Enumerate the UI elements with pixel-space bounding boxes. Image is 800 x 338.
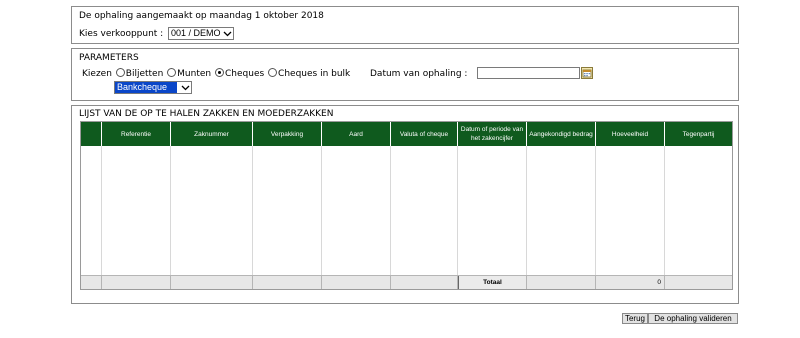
col-header-select <box>81 122 102 146</box>
col-header-verpakking: Verpakking <box>253 122 322 146</box>
cheque-type-select[interactable]: Bankcheque <box>114 81 192 94</box>
total-value: 0 <box>596 276 665 289</box>
chevron-down-icon <box>223 31 232 37</box>
col-header-datum: Datum of periode van het zakencijfer <box>458 122 527 146</box>
total-label: Totaal <box>458 276 527 289</box>
radio-cheques-in-bulk[interactable] <box>268 68 278 77</box>
created-text: De ophaling aangemaakt op maandag 1 okto… <box>79 11 324 21</box>
col-header-hoeveelheid: Hoeveelheid <box>596 122 665 146</box>
radio-label-cheques: Cheques <box>225 69 265 79</box>
validate-button[interactable]: De ophaling valideren <box>648 313 738 324</box>
col-header-referentie: Referentie <box>102 122 171 146</box>
header-panel: De ophaling aangemaakt op maandag 1 okto… <box>71 6 739 44</box>
cheque-type-value: Bankcheque <box>115 82 177 93</box>
col-header-tegenpartij: Tegenpartij <box>682 130 715 138</box>
col-header-zaknummer: Zaknummer <box>171 122 253 146</box>
parameters-title: PARAMETERS <box>79 53 139 63</box>
bags-list-panel: LIJST VAN DE OP TE HALEN ZAKKEN EN MOEDE… <box>71 105 739 304</box>
radio-cheques[interactable] <box>215 68 224 77</box>
sales-point-label: Kies verkooppunt : <box>79 29 164 39</box>
radio-label-munten: Munten <box>177 69 212 79</box>
category-radio-group: Kiezen Biljetten Munten Cheques Cheques … <box>82 68 351 80</box>
sales-point-value: 001 / DEMO <box>171 28 221 38</box>
radio-label-biljetten: Biljetten <box>125 69 164 79</box>
sales-point-select[interactable]: 001 / DEMO <box>168 27 234 40</box>
col-header-bedrag: Aangekondigd bedrag <box>527 122 596 146</box>
calendar-icon[interactable] <box>581 67 593 79</box>
list-title: LIJST VAN DE OP TE HALEN ZAKKEN EN MOEDE… <box>79 109 334 119</box>
chevron-down-icon <box>181 85 190 91</box>
radio-biljetten[interactable] <box>115 68 125 77</box>
table-footer: Totaal 0 <box>81 275 732 289</box>
table-header: Referentie Zaknummer Verpakking Aard Val… <box>81 122 732 146</box>
radio-label-cheques-in-bulk: Cheques in bulk <box>278 69 351 79</box>
date-label: Datum van ophaling : <box>370 69 468 79</box>
back-button[interactable]: Terug <box>622 313 648 324</box>
col-header-valuta: Valuta of cheque <box>391 122 458 146</box>
parameters-panel: PARAMETERS Kiezen Biljetten Munten Chequ… <box>71 48 739 101</box>
bags-table: Referentie Zaknummer Verpakking Aard Val… <box>80 121 733 290</box>
col-header-aard: Aard <box>322 122 391 146</box>
date-input[interactable] <box>477 67 580 79</box>
choose-label: Kiezen <box>82 69 112 79</box>
radio-munten[interactable] <box>167 68 177 77</box>
